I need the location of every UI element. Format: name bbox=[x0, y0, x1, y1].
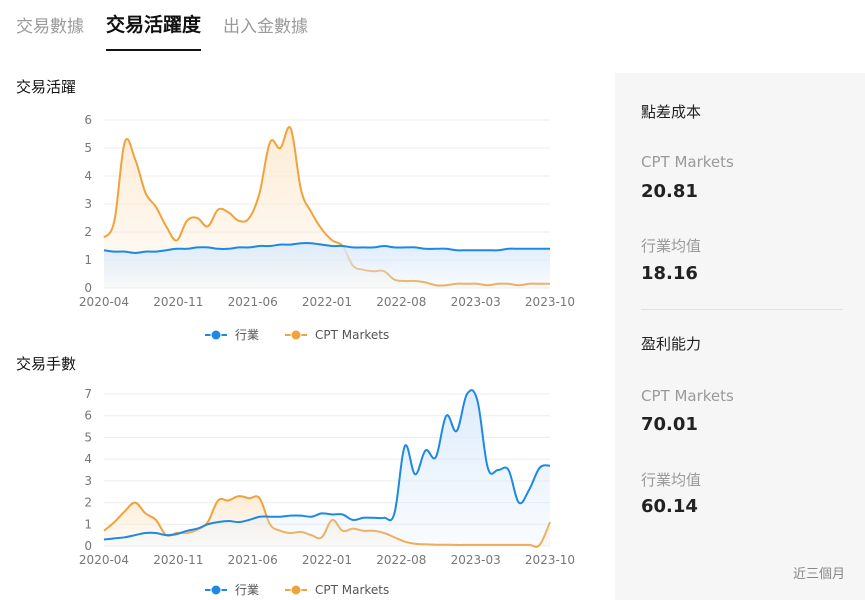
x-tick-label: 2023-03 bbox=[451, 553, 501, 567]
chart-title-activity: 交易活躍 bbox=[16, 78, 77, 96]
y-tick-label: 1 bbox=[84, 517, 92, 531]
spread-industry-label: 行業均值 bbox=[641, 237, 702, 255]
spread-cpt-label: CPT Markets bbox=[641, 153, 734, 171]
panel-divider bbox=[641, 309, 843, 310]
y-tick-label: 5 bbox=[84, 141, 92, 155]
y-tick-label: 3 bbox=[84, 197, 92, 211]
profitability-title: 盈利能力 bbox=[641, 335, 702, 353]
profit-cpt-value: 70.01 bbox=[641, 414, 698, 435]
lots-chart: 0 1 2 3 4 5 6 7 2020-04 2020-11 2021-06 2022-01 2022… bbox=[79, 387, 575, 597]
y-tick-label: 0 bbox=[84, 539, 92, 553]
tab-deposit-withdrawal[interactable]: 出入金數據 bbox=[223, 0, 308, 38]
profit-cpt-label: CPT Markets bbox=[641, 387, 734, 405]
x-tick-label: 2022-08 bbox=[376, 553, 426, 567]
legend-label: CPT Markets bbox=[315, 328, 389, 342]
legend-label: 行業 bbox=[235, 583, 259, 597]
x-tick-label: 2020-04 bbox=[79, 553, 129, 567]
x-tick-label: 2022-01 bbox=[302, 295, 352, 309]
series-area-industry bbox=[104, 390, 550, 546]
spread-cpt-value: 20.81 bbox=[641, 181, 698, 202]
x-tick-label: 2023-10 bbox=[525, 295, 575, 309]
y-tick-label: 1 bbox=[84, 253, 92, 267]
x-tick-label: 2020-11 bbox=[153, 553, 203, 567]
legend-label: CPT Markets bbox=[315, 583, 389, 597]
y-tick-label: 6 bbox=[84, 409, 92, 423]
metrics-panel: 點差成本 CPT Markets 20.81 行業均值 18.16 盈利能力 C… bbox=[615, 73, 865, 600]
x-tick-label: 2022-01 bbox=[302, 553, 352, 567]
y-tick-label: 2 bbox=[84, 496, 92, 510]
x-tick-label: 2021-06 bbox=[228, 553, 278, 567]
y-tick-label: 4 bbox=[84, 452, 92, 466]
x-tick-label: 2022-08 bbox=[376, 295, 426, 309]
profit-industry-value: 60.14 bbox=[641, 496, 698, 517]
tab-trading-activity[interactable]: 交易活躍度 bbox=[106, 0, 202, 51]
activity-chart: 0 1 2 3 4 5 6 2020-04 2020-11 2021-06 2022-01 2022-… bbox=[79, 113, 575, 342]
spread-cost-title: 點差成本 bbox=[641, 103, 702, 121]
tab-bar: 交易數據 交易活躍度 出入金數據 bbox=[16, 0, 330, 52]
legend-marker bbox=[290, 584, 302, 596]
y-tick-label: 2 bbox=[84, 225, 92, 239]
profit-industry-label: 行業均值 bbox=[641, 471, 702, 489]
legend-marker bbox=[290, 329, 302, 341]
x-tick-label: 2020-11 bbox=[153, 295, 203, 309]
y-tick-label: 5 bbox=[84, 430, 92, 444]
period-footnote: 近三個月 bbox=[792, 567, 845, 582]
chart-title-lots: 交易手數 bbox=[16, 355, 77, 373]
legend-marker bbox=[210, 329, 222, 341]
y-tick-label: 3 bbox=[84, 474, 92, 488]
tab-trading-data[interactable]: 交易數據 bbox=[16, 0, 84, 38]
y-tick-label: 7 bbox=[84, 387, 92, 401]
x-tick-label: 2023-03 bbox=[451, 295, 501, 309]
legend-marker bbox=[210, 584, 222, 596]
y-tick-label: 0 bbox=[84, 281, 92, 295]
x-tick-label: 2023-10 bbox=[525, 553, 575, 567]
x-tick-label: 2020-04 bbox=[79, 295, 129, 309]
y-tick-label: 6 bbox=[84, 113, 92, 127]
spread-industry-value: 18.16 bbox=[641, 263, 698, 284]
y-tick-label: 4 bbox=[84, 169, 92, 183]
legend-label: 行業 bbox=[235, 328, 259, 342]
x-tick-label: 2021-06 bbox=[228, 295, 278, 309]
